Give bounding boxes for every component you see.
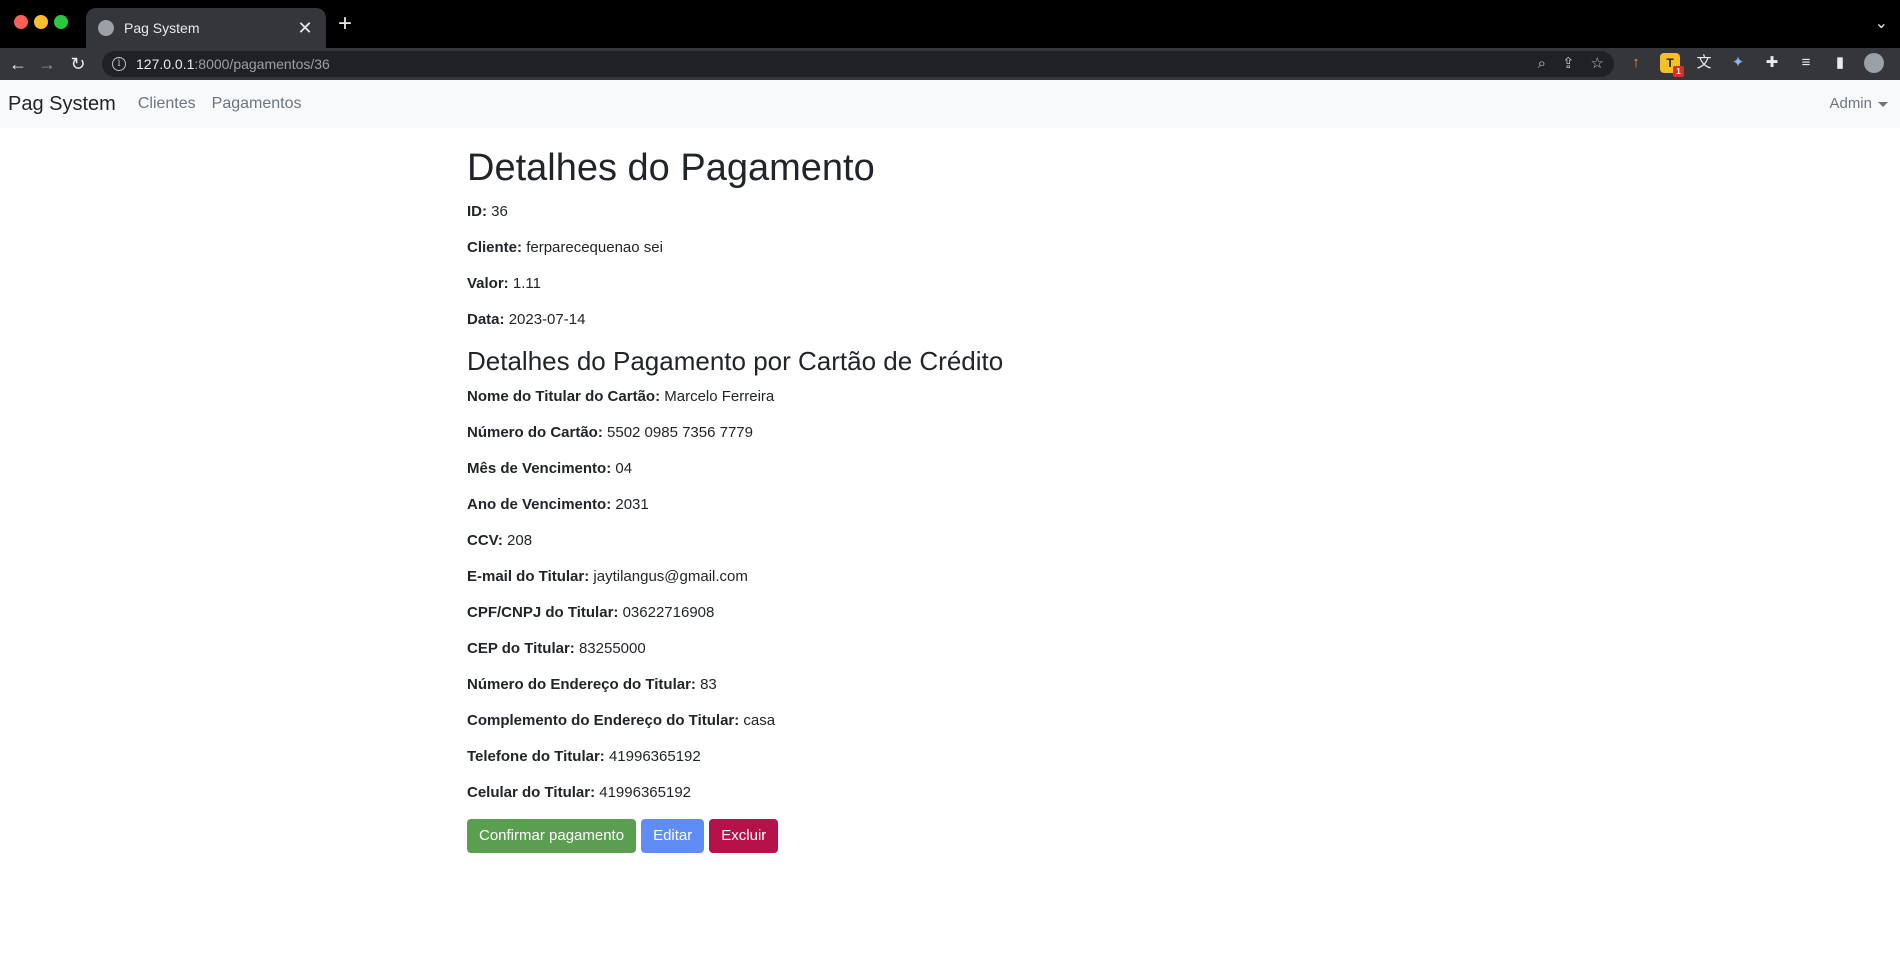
card-section-title: Detalhes do Pagamento por Cartão de Créd… [467, 345, 1004, 376]
back-arrow-icon[interactable]: ← [6, 52, 30, 76]
page-title: Detalhes do Pagamento [467, 147, 875, 189]
profile-avatar-icon[interactable] [1864, 53, 1884, 73]
tab-title: Pag System [124, 20, 200, 36]
field-label: Data: [467, 310, 505, 328]
action-buttons: Confirmar pagamento Editar Excluir [467, 818, 1447, 853]
field-holder-address-number: Número do Endereço do Titular: 83 [467, 675, 1447, 695]
field-value: 1.11 [512, 274, 541, 292]
url-path: :8000/pagamentos/36 [194, 56, 330, 72]
nav-link-pagamentos[interactable]: Pagamentos [212, 95, 302, 113]
share-icon[interactable]: ⇪ [1562, 55, 1575, 73]
field-label: Nome do Titular do Cartão: [467, 387, 661, 405]
field-label: Valor: [467, 274, 509, 292]
field-card-number: Número do Cartão: 5502 0985 7356 7779 [467, 423, 1447, 443]
field-value: 83 [700, 675, 717, 693]
field-cliente: Cliente: ferparecequenao sei [467, 238, 1447, 258]
url-host: 127.0.0.1 [136, 56, 195, 72]
field-valor: Valor: 1.11 [467, 274, 1447, 294]
address-bar[interactable]: i 127.0.0.1:8000/pagamentos/36 ⌕ ⇪ ☆ [102, 51, 1614, 77]
forward-arrow-icon[interactable]: → [35, 52, 59, 76]
extension-badge: 1 [1673, 66, 1684, 77]
field-holder-mobile: Celular do Titular: 41996365192 [467, 783, 1447, 803]
admin-label: Admin [1829, 95, 1872, 112]
field-card-holder-name: Nome do Titular do Cartão: Marcelo Ferre… [467, 387, 1447, 407]
field-value: 03622716908 [622, 603, 715, 621]
tab-search-chevron-icon[interactable]: ⌄ [1875, 13, 1888, 33]
app-navbar: Pag System Clientes Pagamentos Admin [0, 80, 1900, 128]
field-label: Cliente: [467, 238, 523, 256]
field-value: Marcelo Ferreira [664, 387, 775, 405]
brand-link[interactable]: Pag System [8, 93, 116, 116]
field-value: 41996365192 [608, 747, 701, 765]
field-value: 208 [507, 531, 533, 549]
field-value: ferparecequenao sei [526, 238, 663, 256]
caret-down-icon [1878, 101, 1888, 107]
globe-icon [98, 20, 114, 36]
field-holder-address-complement: Complemento do Endereço do Titular: casa [467, 711, 1447, 731]
omnibox-icons: ⌕ ⇪ ☆ [1538, 55, 1604, 73]
field-label: CEP do Titular: [467, 639, 575, 657]
tab-close-icon[interactable]: ✕ [296, 18, 314, 39]
extension-icons: ↑ T1 文 ✦ ✚ ≡ ▮ ⋮ [1626, 53, 1900, 77]
field-label: Número do Cartão: [467, 423, 603, 441]
window-minimize-button[interactable] [34, 15, 48, 29]
field-label: Complemento do Endereço do Titular: [467, 711, 740, 729]
field-expiry-month: Mês de Vencimento: 04 [467, 459, 1447, 479]
field-expiry-year: Ano de Vencimento: 2031 [467, 495, 1447, 515]
window-close-button[interactable] [14, 15, 28, 29]
browser-tab-bar: Pag System ✕ + ⌄ [0, 0, 1900, 48]
field-label: Número do Endereço do Titular: [467, 675, 696, 693]
field-label: Mês de Vencimento: [467, 459, 612, 477]
confirm-payment-button[interactable]: Confirmar pagamento [467, 818, 637, 853]
field-ccv: CCV: 208 [467, 531, 1447, 551]
field-label: Telefone do Titular: [467, 747, 605, 765]
admin-dropdown[interactable]: Admin [1829, 95, 1888, 112]
field-value: 41996365192 [599, 783, 692, 801]
reading-list-icon[interactable]: ≡ [1796, 53, 1816, 73]
field-value: jaytilangus@gmail.com [593, 567, 748, 585]
field-id: ID: 36 [467, 202, 1447, 222]
nav-link-clientes[interactable]: Clientes [138, 95, 196, 113]
new-tab-button[interactable]: + [338, 12, 352, 36]
sparkle-extension-icon[interactable]: ✦ [1728, 53, 1748, 73]
browser-toolbar: ← → ↻ i 127.0.0.1:8000/pagamentos/36 ⌕ ⇪… [0, 48, 1900, 80]
site-info-icon[interactable]: i [112, 57, 126, 71]
payment-details: Detalhes do Pagamento ID: 36 Cliente: fe… [467, 146, 1447, 853]
edit-button[interactable]: Editar [641, 818, 705, 853]
field-value: 5502 0985 7356 7779 [607, 423, 753, 441]
reload-icon[interactable]: ↻ [66, 52, 90, 76]
field-holder-cpf-cnpj: CPF/CNPJ do Titular: 03622716908 [467, 603, 1447, 623]
delete-button[interactable]: Excluir [709, 818, 779, 853]
puzzle-extensions-icon[interactable]: ✚ [1762, 53, 1782, 73]
field-label: E-mail do Titular: [467, 567, 590, 585]
field-label: ID: [467, 202, 487, 220]
arrow-up-extension-icon[interactable]: ↑ [1626, 53, 1646, 73]
field-value: 04 [615, 459, 633, 477]
field-label: CCV: [467, 531, 503, 549]
field-label: Celular do Titular: [467, 783, 596, 801]
translate-extension-icon[interactable]: 文 [1694, 53, 1714, 73]
field-value: 36 [491, 202, 508, 220]
field-value: 83255000 [578, 639, 646, 657]
field-value: casa [743, 711, 776, 729]
field-holder-cep: CEP do Titular: 83255000 [467, 639, 1447, 659]
field-value: 2023-07-14 [508, 310, 586, 328]
field-label: CPF/CNPJ do Titular: [467, 603, 619, 621]
browser-tab[interactable]: Pag System ✕ [86, 8, 326, 48]
field-value: 2031 [615, 495, 649, 513]
field-data: Data: 2023-07-14 [467, 310, 1447, 330]
window-zoom-button[interactable] [54, 15, 68, 29]
bookmark-star-icon[interactable]: ☆ [1591, 55, 1604, 73]
field-holder-email: E-mail do Titular: jaytilangus@gmail.com [467, 567, 1447, 587]
field-label: Ano de Vencimento: [467, 495, 612, 513]
side-panel-icon[interactable]: ▮ [1830, 53, 1850, 73]
zoom-icon[interactable]: ⌕ [1538, 55, 1546, 73]
t-extension-icon[interactable]: T1 [1660, 53, 1684, 77]
field-holder-phone: Telefone do Titular: 41996365192 [467, 747, 1447, 767]
